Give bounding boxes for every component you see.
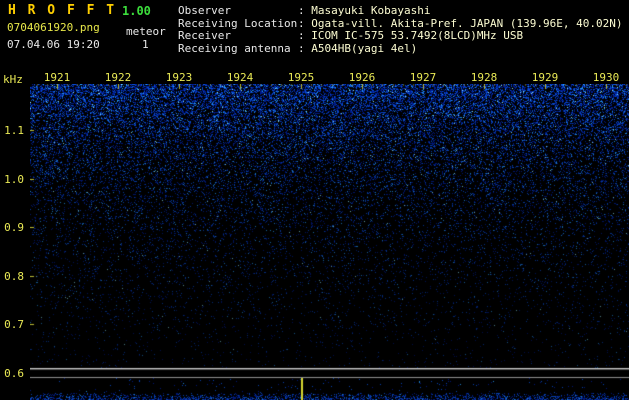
time-label: 1930: [593, 71, 620, 84]
info-colon: :: [298, 42, 311, 55]
time-label: 1929: [532, 71, 559, 84]
freq-label: 0.8: [0, 270, 24, 283]
time-label: 1926: [349, 71, 376, 84]
time-label: 1924: [227, 71, 254, 84]
time-label: 1927: [410, 71, 437, 84]
info-label: Receiver: [178, 30, 298, 43]
time-label: 1928: [471, 71, 498, 84]
info-value: Ogata-vill. Akita-Pref. JAPAN (139.96E, …: [311, 17, 622, 30]
info-label: Receiving antenna: [178, 43, 298, 56]
time-label: 1923: [166, 71, 193, 84]
freq-label: 0.7: [0, 318, 24, 331]
freq-label: 1.0: [0, 173, 24, 186]
info-value: ICOM IC-575 53.7492(8LCD)MHz USB: [311, 29, 523, 42]
freq-label: 0.6: [0, 367, 24, 380]
info-value: A504HB(yagi 4el): [311, 42, 417, 55]
info-colon: :: [298, 29, 311, 42]
time-label: 1921: [44, 71, 71, 84]
info-label: Observer: [178, 5, 298, 18]
hrofft-window: H R O F F T 1.00 0704061920.png meteor 1…: [0, 0, 629, 400]
meteor-mode-label: meteor: [126, 25, 166, 38]
info-value: Masayuki Kobayashi: [311, 4, 430, 17]
freq-axis: 1.1 1.0 0.9 0.8 0.7 0.6: [0, 0, 26, 400]
time-label: 1922: [105, 71, 132, 84]
time-axis: 1921 1922 1923 1924 1925 1926 1927 1928 1929 1930: [0, 71, 629, 84]
station-info: Observer: Masayuki Kobayashi Receiving L…: [178, 5, 623, 55]
meteor-count: 1: [142, 38, 149, 51]
info-colon: :: [298, 17, 311, 30]
info-row-antenna: Receiving antenna: A504HB(yagi 4el): [178, 43, 623, 56]
info-colon: :: [298, 4, 311, 17]
freq-label: 1.1: [0, 124, 24, 137]
app-version: 1.00: [122, 4, 151, 18]
time-label: 1925: [288, 71, 315, 84]
spectrogram-canvas: [30, 84, 629, 400]
freq-label: 0.9: [0, 221, 24, 234]
